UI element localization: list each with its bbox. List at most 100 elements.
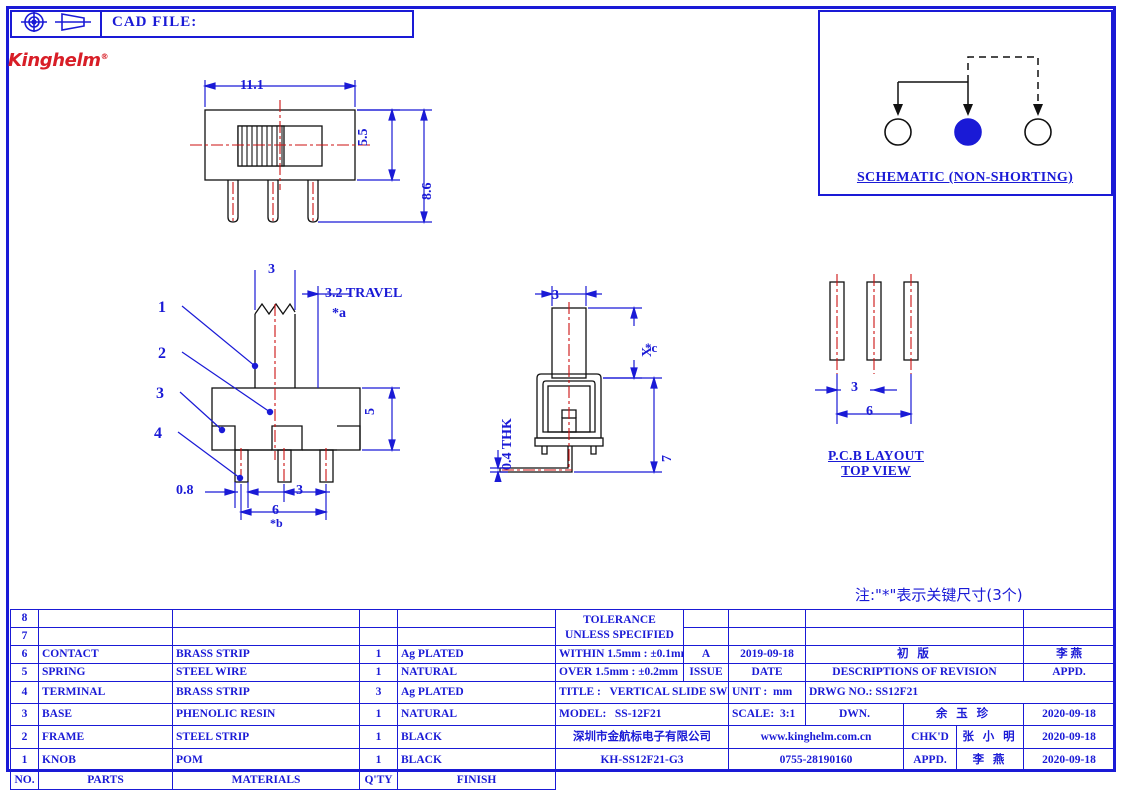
date-label: DATE <box>728 663 806 682</box>
appd-blank-1 <box>1023 609 1116 628</box>
issue-blank-1 <box>683 609 729 628</box>
bom-header-row: NO. PARTS MATERIALS Q'TY FINISH <box>10 771 1115 790</box>
bom-qty: 1 <box>359 663 398 682</box>
bom-no: 5 <box>10 663 39 682</box>
bom-row-1: 1 KNOB POM 1 BLACK KH-SS12F21-G3 0755-28… <box>10 748 1116 772</box>
unit-cell: UNIT : mm <box>728 681 806 704</box>
dim-overall-height: 8.6 <box>420 182 435 201</box>
dim-body-height: 5.5 <box>356 128 371 147</box>
bom-materials: POM <box>172 748 360 772</box>
dim-travel-key: *a <box>332 306 346 321</box>
bom-no: 7 <box>10 627 39 646</box>
callout-4: 4 <box>154 425 162 442</box>
bom-qty: 1 <box>359 725 398 749</box>
bom-parts: BASE <box>38 703 173 726</box>
issue-blank-2 <box>683 627 729 646</box>
company-website[interactable]: www.kinghelm.com.cn <box>728 725 904 749</box>
bom-row-4: 4 TERMINAL BRASS STRIP 3 Ag PLATED TITLE… <box>10 681 1116 704</box>
projection-symbol-cell <box>10 10 102 38</box>
chkd-label: CHK'D <box>903 725 957 749</box>
schematic-terminal-left <box>884 118 912 146</box>
appd-date: 2020-09-18 <box>1023 748 1116 772</box>
bom-materials: STEEL STRIP <box>172 725 360 749</box>
company-phone: 0755-28190160 <box>728 748 904 772</box>
bom-qty <box>359 609 398 628</box>
callout-2: 2 <box>158 345 166 362</box>
model-value: SS-12F21 <box>614 708 662 720</box>
title-block-table: 8 TOLERANCE UNLESS SPECIFIED 7 6 CONTACT… <box>10 609 1116 790</box>
dim-pin-pitch: 3 <box>296 483 303 498</box>
scale-cell: SCALE: 3:1 <box>728 703 806 726</box>
bom-qty: 1 <box>359 645 398 664</box>
schematic-terminal-common <box>954 118 982 146</box>
bom-materials: BRASS STRIP <box>172 681 360 704</box>
chkd-date: 2020-09-18 <box>1023 725 1116 749</box>
bom-header-parts: PARTS <box>38 771 173 790</box>
dwn-value: 余 玉 珍 <box>902 703 1025 726</box>
bom-parts <box>38 609 173 628</box>
bom-header-qty: Q'TY <box>359 771 398 790</box>
bom-no: 1 <box>10 748 39 772</box>
bom-finish: Ag PLATED <box>397 681 556 704</box>
scale-label: SCALE: <box>732 708 775 720</box>
bom-no: 8 <box>10 609 39 628</box>
unit-value: mm <box>773 686 793 698</box>
tolerance-over: OVER 1.5mm : ±0.2mm <box>555 663 684 682</box>
dim-pin-span-key: *b <box>270 516 283 530</box>
bom-materials: BRASS STRIP <box>172 645 360 664</box>
first-angle-projection-icon <box>21 12 91 32</box>
bom-row-6: 6 CONTACT BRASS STRIP 1 Ag PLATED WITHIN… <box>10 645 1116 664</box>
bom-parts: SPRING <box>38 663 173 682</box>
dim-pcb-span: 6 <box>866 404 873 419</box>
pcb-layout-drawing <box>815 274 919 424</box>
part-number: KH-SS12F21-G3 <box>555 748 729 772</box>
kinghelm-logo: Kinghelm® <box>8 50 109 71</box>
dim-pcb-pitch: 3 <box>851 380 858 395</box>
date-blank-1 <box>728 609 806 628</box>
pcb-caption-line-1: P.C.B LAYOUT <box>827 448 924 463</box>
tolerance-header: TOLERANCE UNLESS SPECIFIED <box>555 609 684 646</box>
dim-knob-width-side: 3 <box>268 262 275 277</box>
bom-finish <box>397 609 556 628</box>
revision-description-value: 初 版 <box>804 645 1025 664</box>
issue-label: ISSUE <box>683 663 729 682</box>
bom-finish: NATURAL <box>397 703 556 726</box>
dim-side-body-height: 5 <box>363 408 378 415</box>
top-view-drawing <box>190 80 432 225</box>
bom-qty: 1 <box>359 703 398 726</box>
bom-finish <box>397 627 556 646</box>
bom-no: 4 <box>10 681 39 704</box>
cad-drawing-sheet: CAD FILE: Kinghelm® 11.1 5.5 8.6 SCHEMAT… <box>0 0 1123 793</box>
appd-blank-2 <box>1023 627 1116 646</box>
logo-text: Kinghelm <box>8 50 101 71</box>
bom-row-8: 8 TOLERANCE UNLESS SPECIFIED <box>10 609 1116 646</box>
bom-parts: FRAME <box>38 725 173 749</box>
revision-appd-value: 李 燕 <box>1023 645 1116 664</box>
bom-header-spacer <box>555 771 1115 790</box>
drwg-no-cell: DRWG NO.: SS12F21 <box>804 681 1116 704</box>
dim-end-body-height: 7 <box>660 455 675 462</box>
bom-materials: PHENOLIC RESIN <box>172 703 360 726</box>
tolerance-line-2: UNLESS SPECIFIED <box>565 628 674 641</box>
date-blank-2 <box>728 627 806 646</box>
bom-row-5: 5 SPRING STEEL WIRE 1 NATURAL OVER 1.5mm… <box>10 663 1116 682</box>
dim-pin-edge: 0.8 <box>176 483 194 498</box>
dim-knob-height-key: *c <box>645 340 658 355</box>
callout-3: 3 <box>156 385 164 402</box>
date-value: 2019-09-18 <box>728 645 806 664</box>
bom-parts: KNOB <box>38 748 173 772</box>
bom-no: 3 <box>10 703 39 726</box>
bom-parts: TERMINAL <box>38 681 173 704</box>
drwg-no-value: SS12F21 <box>875 686 919 698</box>
bom-qty <box>359 627 398 646</box>
scale-value: 3:1 <box>779 708 796 720</box>
revision-appd-label: APPD. <box>1023 663 1116 682</box>
revision-blank-2 <box>804 627 1025 646</box>
schematic-diagram <box>884 56 1052 146</box>
tolerance-within: WITHIN 1.5mm : ±0.1mm <box>555 645 684 664</box>
tolerance-line-1: TOLERANCE <box>583 613 656 626</box>
bom-row-3: 3 BASE PHENOLIC RESIN 1 NATURAL MODEL: S… <box>10 703 1116 726</box>
company-name-cn: 深圳市金航标电子有限公司 <box>555 725 729 749</box>
drwg-no-label: DRWG NO.: <box>809 686 873 698</box>
title-block: 8 TOLERANCE UNLESS SPECIFIED 7 6 CONTACT… <box>10 609 1116 790</box>
